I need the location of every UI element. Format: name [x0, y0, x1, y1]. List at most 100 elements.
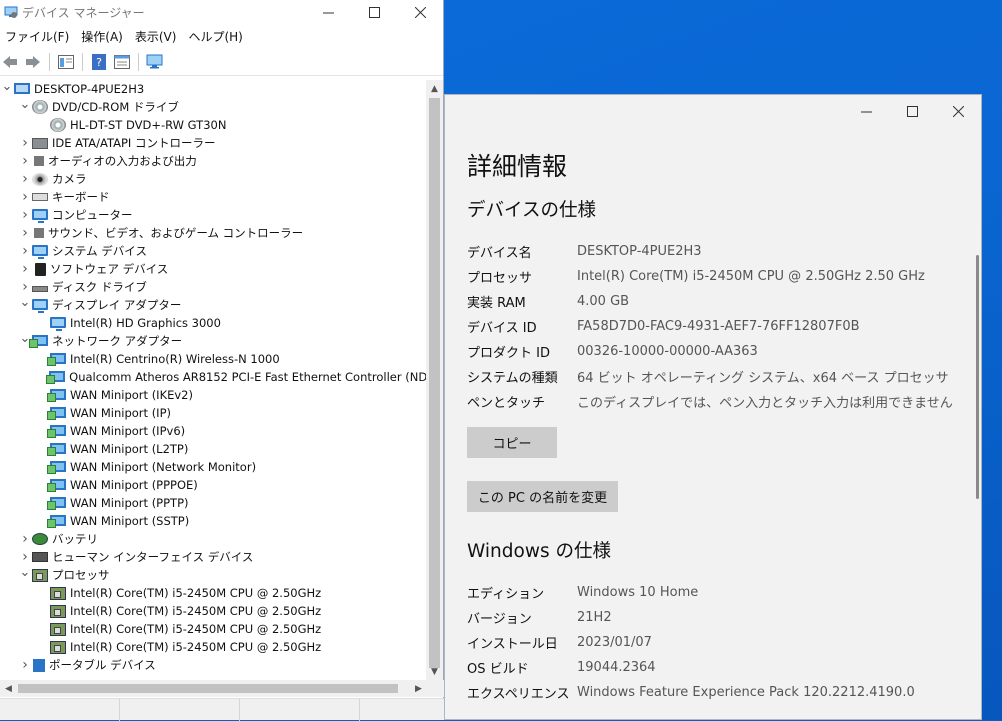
spec-value[interactable]: 4.00 GB [577, 294, 629, 309]
about-scrollbar[interactable] [976, 255, 979, 499]
tree-item-label: ソフトウェア デバイス [50, 262, 169, 276]
chevron-down-icon[interactable]: ⌄ [20, 563, 31, 581]
help-button[interactable]: ? [89, 52, 109, 72]
chevron-right-icon[interactable]: › [20, 260, 30, 278]
about-maximize-button[interactable] [889, 95, 935, 127]
tree-item[interactable]: ⌄ ディスプレイ アダプター [0, 293, 426, 314]
tree-item[interactable]: Intel(R) Core(TM) i5-2450M CPU @ 2.50GHz [0, 584, 426, 602]
tree-item[interactable]: ⌄ DESKTOP-4PUE2H3 [0, 80, 426, 98]
spec-value[interactable]: 64 ビット オペレーティング システム、x64 ベース プロセッサ [577, 367, 949, 386]
network-adapter-icon [47, 460, 66, 474]
tree-item[interactable]: ⌄ DVD/CD-ROM ドライブ [0, 95, 426, 116]
tree-item[interactable]: WAN Miniport (IKEv2) [0, 386, 426, 404]
tree-item[interactable]: › ソフトウェア デバイス [0, 260, 426, 278]
about-close-button[interactable] [935, 95, 981, 127]
tree-item[interactable]: Intel(R) Core(TM) i5-2450M CPU @ 2.50GHz [0, 602, 426, 620]
forward-button[interactable] [23, 52, 43, 72]
show-hide-console-tree-button[interactable] [56, 52, 76, 72]
scroll-left-arrow-icon[interactable]: ◀ [0, 680, 17, 697]
chevron-down-icon[interactable]: ⌄ [20, 95, 31, 113]
tree-item[interactable]: WAN Miniport (SSTP) [0, 512, 426, 530]
tree-item[interactable]: › システム デバイス [0, 242, 426, 260]
tree-item[interactable]: › ヒューマン インターフェイス デバイス [0, 548, 426, 566]
scroll-down-arrow-icon[interactable]: ▼ [426, 663, 443, 680]
scan-hardware-button[interactable] [145, 52, 165, 72]
tree-item[interactable]: › コンピューター [0, 206, 426, 224]
tree-item[interactable]: › キーボード [0, 188, 426, 206]
spec-value[interactable]: 21H2 [577, 610, 612, 625]
horizontal-scroll-thumb[interactable] [18, 684, 398, 693]
spec-value[interactable]: このディスプレイでは、ペン入力とタッチ入力は利用できません [577, 392, 953, 411]
chevron-down-icon[interactable]: ⌄ [20, 293, 31, 311]
spec-value[interactable]: 19044.2364 [577, 660, 656, 675]
tree-item[interactable]: › サウンド、ビデオ、およびゲーム コントローラー [0, 224, 426, 242]
minimize-button[interactable] [305, 0, 351, 24]
tree-item-label: DVD/CD-ROM ドライブ [52, 100, 179, 114]
tree-item[interactable]: Qualcomm Atheros AR8152 PCI-E Fast Ether… [0, 368, 426, 386]
maximize-button[interactable] [351, 0, 397, 24]
tree-item[interactable]: WAN Miniport (PPPOE) [0, 476, 426, 494]
tree-item[interactable]: WAN Miniport (IP) [0, 404, 426, 422]
vertical-scroll-thumb[interactable] [429, 98, 440, 668]
chevron-right-icon[interactable]: › [20, 656, 30, 674]
tree-item[interactable]: › カメラ [0, 170, 426, 188]
chevron-right-icon[interactable]: › [20, 170, 30, 188]
chevron-right-icon[interactable]: › [20, 134, 30, 152]
network-adapter-icon [47, 478, 66, 492]
tree-item[interactable]: Intel(R) Core(TM) i5-2450M CPU @ 2.50GHz [0, 638, 426, 656]
vertical-scrollbar[interactable]: ▲ ▼ [426, 80, 443, 680]
tree-item[interactable]: WAN Miniport (Network Monitor) [0, 458, 426, 476]
tree-item[interactable]: › ポータブル デバイス [0, 656, 426, 674]
menu-action[interactable]: 操作(A) [76, 28, 128, 45]
software-device-icon [35, 262, 46, 276]
tree-item[interactable]: › IDE ATA/ATAPI コントローラー [0, 134, 426, 152]
chevron-down-icon[interactable]: ⌄ [2, 80, 13, 95]
menu-view[interactable]: 表示(V) [130, 28, 182, 45]
spec-value[interactable]: Intel(R) Core(TM) i5-2450M CPU @ 2.50GHz… [577, 269, 925, 284]
properties-button[interactable] [112, 52, 132, 72]
tree-item[interactable]: WAN Miniport (IPv6) [0, 422, 426, 440]
tree-item[interactable]: WAN Miniport (PPTP) [0, 494, 426, 512]
spec-row: エクスペリエンス Windows Feature Experience Pack … [467, 680, 967, 705]
disc-drive-icon [50, 118, 66, 132]
chevron-right-icon[interactable]: › [20, 206, 30, 224]
tree-item-label: Qualcomm Atheros AR8152 PCI-E Fast Ether… [69, 370, 426, 384]
about-minimize-button[interactable] [843, 95, 889, 127]
chevron-right-icon[interactable]: › [20, 224, 30, 242]
device-manager-titlebar: デバイス マネージャー [0, 0, 443, 24]
tree-item[interactable]: HL-DT-ST DVD+-RW GT30N [0, 116, 426, 134]
display-adapter-icon [32, 298, 48, 313]
spec-value[interactable]: Windows 10 Home [577, 585, 698, 600]
about-content: 詳細情報 デバイスの仕様 デバイス名 DESKTOP-4PUE2H3 プロセッサ In… [467, 147, 967, 705]
chevron-right-icon[interactable]: › [20, 152, 30, 170]
menu-file[interactable]: ファイル(F) [0, 28, 74, 45]
svg-text:?: ? [96, 56, 102, 69]
back-button[interactable] [0, 52, 20, 72]
scroll-up-arrow-icon[interactable]: ▲ [426, 80, 443, 97]
tree-item[interactable]: › バッテリ [0, 530, 426, 548]
chevron-right-icon[interactable]: › [20, 188, 30, 206]
tree-item[interactable]: ⌄ プロセッサ [0, 563, 426, 584]
tree-item[interactable]: ⌄ ネットワーク アダプター [0, 331, 426, 350]
rename-pc-button[interactable]: この PC の名前を変更 [467, 481, 618, 512]
device-tree[interactable]: ⌄ DESKTOP-4PUE2H3 ⌄ DVD/CD-ROM ドライブ HL-DT-ST… [0, 80, 426, 680]
chevron-right-icon[interactable]: › [20, 242, 30, 260]
scroll-right-arrow-icon[interactable]: ▶ [410, 680, 427, 697]
spec-value[interactable]: FA58D7D0-FAC9-4931-AEF7-76FF12807F0B [577, 319, 860, 334]
menu-help[interactable]: ヘルプ(H) [183, 28, 247, 45]
chevron-right-icon[interactable]: › [20, 530, 30, 548]
horizontal-scrollbar[interactable]: ◀ ▶ [0, 680, 444, 697]
tree-item[interactable]: WAN Miniport (L2TP) [0, 440, 426, 458]
tree-item[interactable]: › オーディオの入力および出力 [0, 152, 426, 170]
spec-value[interactable]: 2023/01/07 [577, 635, 652, 650]
status-bar [0, 698, 444, 721]
tree-item[interactable]: Intel(R) Centrino(R) Wireless-N 1000 [0, 350, 426, 368]
close-button[interactable] [397, 0, 443, 24]
tree-item[interactable]: Intel(R) Core(TM) i5-2450M CPU @ 2.50GHz [0, 620, 426, 638]
spec-value[interactable]: DESKTOP-4PUE2H3 [577, 244, 702, 259]
spec-value[interactable]: 00326-10000-00000-AA363 [577, 344, 758, 359]
tree-item[interactable]: Intel(R) HD Graphics 3000 [0, 314, 426, 332]
copy-button[interactable]: コピー [467, 427, 557, 458]
tree-item[interactable]: › ディスク ドライブ [0, 278, 426, 296]
spec-value[interactable]: Windows Feature Experience Pack 120.2212… [577, 685, 915, 700]
